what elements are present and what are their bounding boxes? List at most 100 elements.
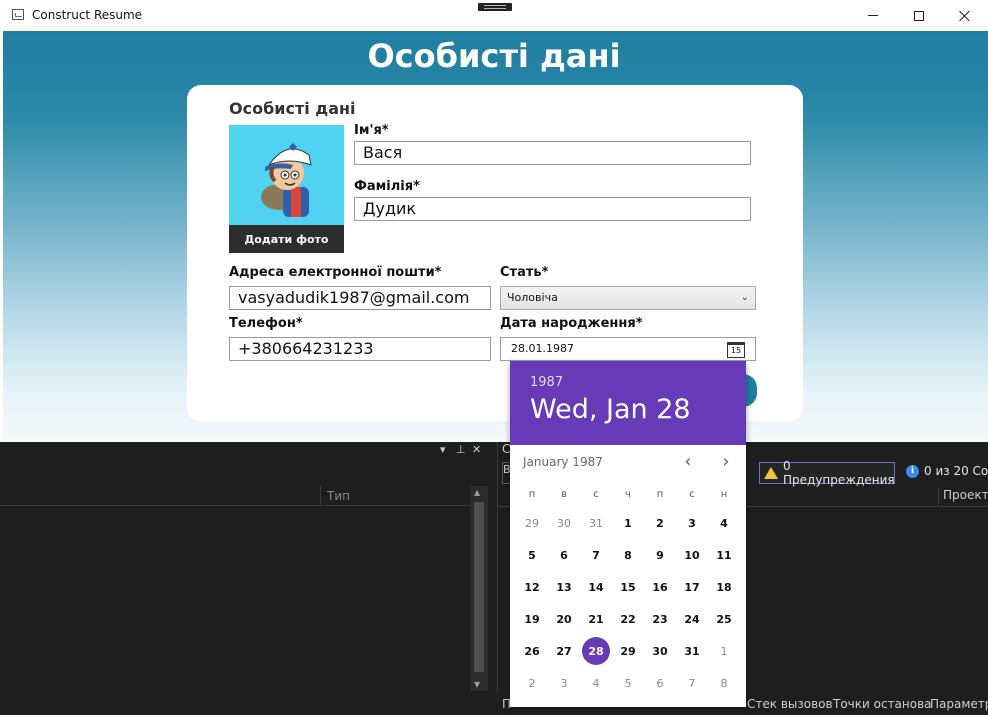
calendar-day[interactable]: 5 bbox=[614, 669, 642, 697]
page-content: Особисті дані Особисті дані Додати фото … bbox=[3, 31, 988, 442]
weekday-label: п bbox=[656, 489, 664, 500]
weekday-label: ч bbox=[625, 489, 631, 500]
calendar-day[interactable]: 22 bbox=[614, 605, 642, 633]
calendar-day[interactable]: 13 bbox=[550, 573, 578, 601]
calendar-day[interactable]: 23 bbox=[646, 605, 674, 633]
profile-photo[interactable]: Додати фото bbox=[229, 125, 344, 253]
calendar-day[interactable]: 7 bbox=[678, 669, 706, 697]
warnings-filter-button[interactable]: 0 Предупреждения bbox=[759, 459, 895, 487]
scroll-down-icon[interactable]: ▼ bbox=[474, 680, 480, 689]
email-input[interactable]: vasyadudik1987@gmail.com bbox=[229, 286, 491, 310]
left-panel-scrollbar[interactable]: ▲ ▼ bbox=[470, 486, 488, 691]
calendar-day[interactable]: 16 bbox=[646, 573, 674, 601]
maximize-button[interactable] bbox=[896, 0, 942, 31]
calendar-day[interactable]: 3 bbox=[550, 669, 578, 697]
calendar-day[interactable]: 18 bbox=[710, 573, 738, 601]
chevron-down-icon: ⌄ bbox=[740, 292, 749, 303]
calendar-day[interactable]: 31 bbox=[582, 509, 610, 537]
weekday-label: в bbox=[561, 489, 567, 500]
panel-close-icon[interactable]: ✕ bbox=[472, 443, 481, 457]
calendar-day[interactable]: 2 bbox=[646, 509, 674, 537]
calendar-day[interactable]: 27 bbox=[550, 637, 578, 665]
tab-call-stack[interactable]: Стек вызовов bbox=[747, 697, 833, 711]
calendar-day[interactable]: 10 bbox=[678, 541, 706, 569]
calendar-day[interactable]: 20 bbox=[550, 605, 578, 633]
calendar-day[interactable]: 8 bbox=[710, 669, 738, 697]
calendar-day[interactable]: 31 bbox=[678, 637, 706, 665]
calendar-day[interactable]: 26 bbox=[518, 637, 546, 665]
close-button[interactable] bbox=[942, 0, 988, 31]
first-name-input[interactable]: Вася bbox=[354, 141, 751, 165]
column-type-label[interactable]: Тип bbox=[327, 489, 350, 503]
calendar-day[interactable]: 9 bbox=[646, 541, 674, 569]
calendar-day[interactable]: 6 bbox=[550, 541, 578, 569]
calendar-day[interactable]: 11 bbox=[710, 541, 738, 569]
calendar-day[interactable]: 1 bbox=[614, 509, 642, 537]
date-picker-header: 1987 Wed, Jan 28 bbox=[510, 361, 746, 445]
calendar-day[interactable]: 30 bbox=[550, 509, 578, 537]
app-icon bbox=[12, 9, 24, 20]
calendar-day[interactable]: 2 bbox=[518, 669, 546, 697]
calendar-day[interactable]: 4 bbox=[710, 509, 738, 537]
date-picker-year[interactable]: 1987 bbox=[530, 375, 563, 390]
calendar-day[interactable]: 3 bbox=[678, 509, 706, 537]
calendar-day[interactable]: 29 bbox=[614, 637, 642, 665]
calendar-day[interactable]: 21 bbox=[582, 605, 610, 633]
panel-dropdown-icon[interactable]: ▾ bbox=[440, 443, 446, 457]
tab-breakpoints[interactable]: Точки останова bbox=[833, 697, 932, 711]
app-window: Construct Resume Особисті дані Особисті … bbox=[0, 0, 988, 442]
calendar-icon[interactable]: 15 bbox=[727, 342, 745, 358]
tab-parameters[interactable]: Параметры bbox=[930, 697, 988, 711]
warnings-label: 0 Предупреждения bbox=[783, 459, 895, 487]
minimize-icon bbox=[868, 15, 878, 16]
column-project[interactable]: Проект bbox=[938, 488, 988, 506]
add-photo-button[interactable]: Додати фото bbox=[229, 225, 344, 253]
phone-input[interactable]: +380664231233 bbox=[229, 337, 491, 361]
calendar-day[interactable]: 24 bbox=[678, 605, 706, 633]
weekday-label: п bbox=[528, 489, 536, 500]
gender-selected-value: Чоловіча bbox=[507, 291, 558, 304]
calendar-day[interactable]: 12 bbox=[518, 573, 546, 601]
calendar-day[interactable]: 30 bbox=[646, 637, 674, 665]
drag-handle-icon[interactable] bbox=[478, 3, 512, 11]
calendar-day[interactable]: 17 bbox=[678, 573, 706, 601]
window-title: Construct Resume bbox=[32, 8, 143, 22]
phone-label: Телефон* bbox=[229, 316, 303, 331]
page-title: Особисті дані bbox=[367, 37, 621, 75]
birthdate-value: 28.01.1987 bbox=[511, 342, 574, 355]
calendar-day[interactable]: 14 bbox=[582, 573, 610, 601]
calendar-day[interactable]: 7 bbox=[582, 541, 610, 569]
calendar-day[interactable]: 6 bbox=[646, 669, 674, 697]
title-bar[interactable]: Construct Resume bbox=[0, 0, 988, 31]
calendar-day[interactable]: 1 bbox=[710, 637, 738, 665]
ide-left-panel: ▾ ⊥ ✕ Тип ▲ ▼ bbox=[0, 442, 490, 692]
calendar-day[interactable]: 5 bbox=[518, 541, 546, 569]
scroll-thumb[interactable] bbox=[474, 502, 484, 672]
date-picker-selected-date: Wed, Jan 28 bbox=[530, 394, 691, 425]
minimize-button[interactable] bbox=[850, 0, 896, 31]
date-picker-month-label[interactable]: January 1987 bbox=[523, 455, 603, 469]
gender-label: Стать* bbox=[500, 265, 549, 280]
scroll-up-icon[interactable]: ▲ bbox=[474, 488, 480, 497]
birthdate-input[interactable]: 28.01.1987 15 bbox=[500, 337, 756, 361]
calendar-day[interactable]: 19 bbox=[518, 605, 546, 633]
calendar-day[interactable]: 15 bbox=[614, 573, 642, 601]
calendar-day[interactable]: 8 bbox=[614, 541, 642, 569]
chevron-left-icon[interactable]: ‹ bbox=[678, 451, 698, 472]
messages-label: 0 из 20 Сооб bbox=[924, 464, 988, 478]
left-panel-header: ▾ ⊥ ✕ bbox=[0, 442, 490, 458]
last-name-input[interactable]: Дудик bbox=[354, 197, 751, 221]
chevron-right-icon[interactable]: › bbox=[716, 451, 736, 472]
calendar-day[interactable]: 25 bbox=[710, 605, 738, 633]
calendar-day[interactable]: 4 bbox=[582, 669, 610, 697]
calendar-day[interactable]: 29 bbox=[518, 509, 546, 537]
pin-icon[interactable]: ⊥ bbox=[456, 443, 466, 457]
selected-day[interactable]: 28 bbox=[582, 637, 610, 665]
birthdate-label: Дата народження* bbox=[500, 316, 643, 331]
email-label: Адреса електронної пошти* bbox=[229, 265, 442, 280]
gender-select[interactable]: Чоловіча ⌄ bbox=[500, 286, 756, 310]
messages-filter-button[interactable]: i 0 из 20 Сооб bbox=[906, 464, 988, 478]
column-divider bbox=[320, 486, 321, 506]
maximize-icon bbox=[914, 10, 924, 21]
last-name-label: Фамілія* bbox=[354, 179, 420, 194]
